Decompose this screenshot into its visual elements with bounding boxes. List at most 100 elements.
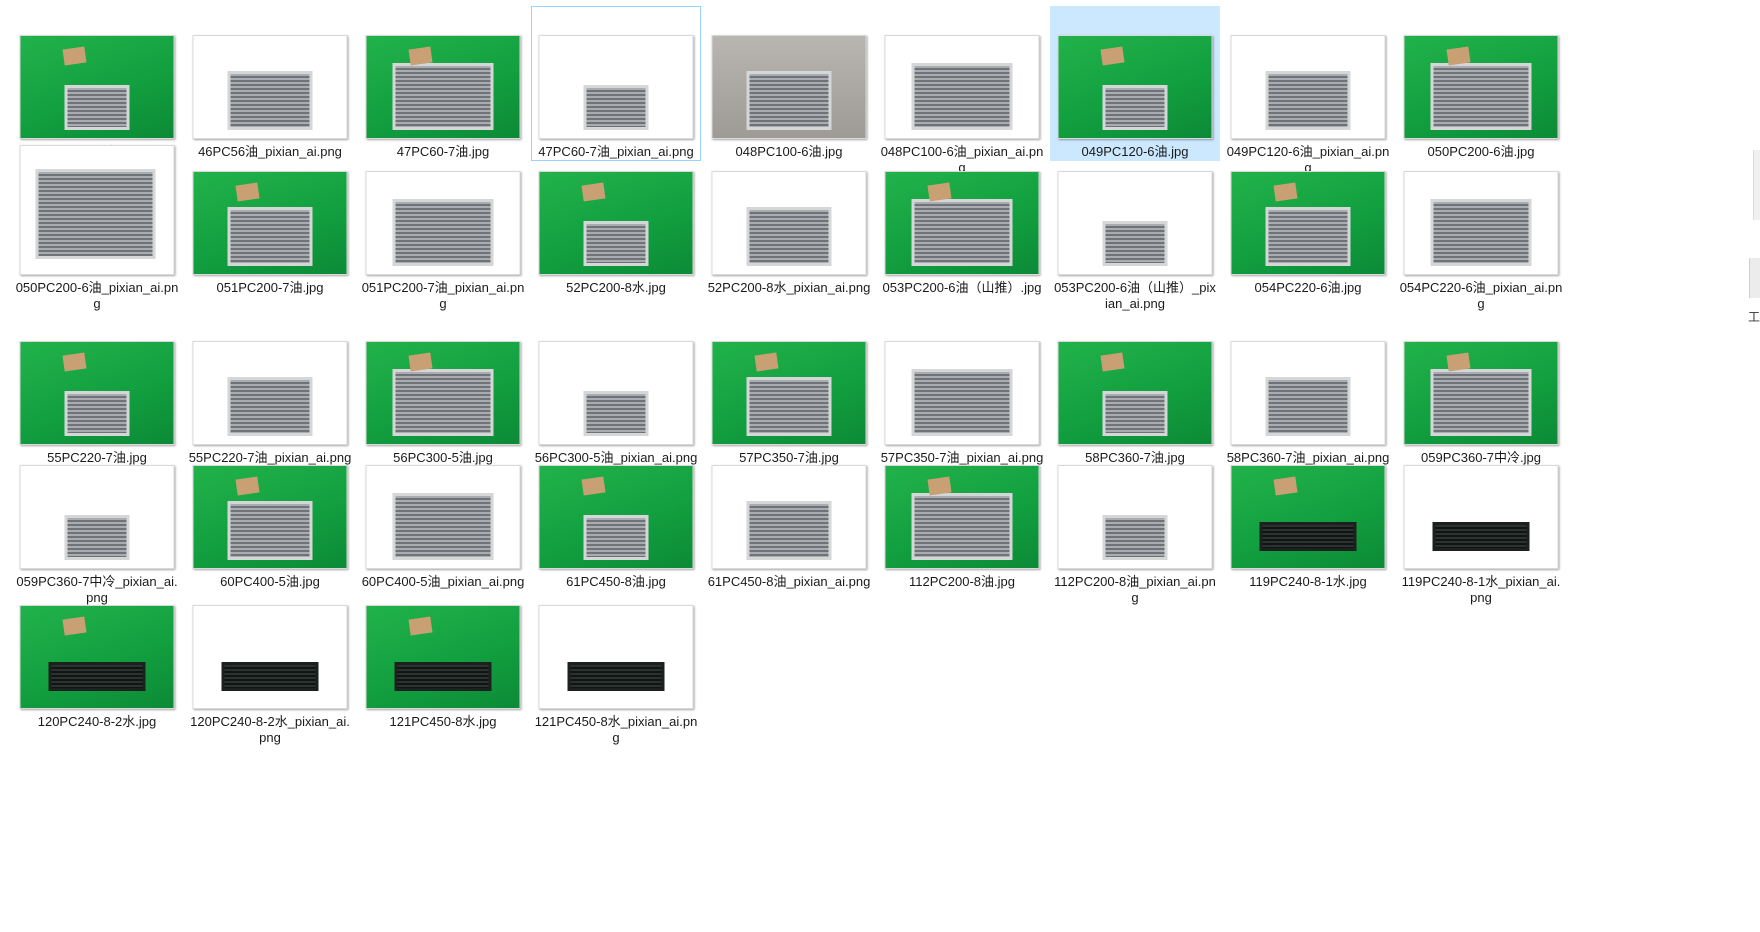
radiator-image [1102,84,1168,130]
cardboard-sign [62,46,87,66]
image-thumbnail [1403,465,1559,569]
image-thumbnail [19,605,175,709]
cardboard-sign [927,182,952,202]
file-item[interactable]: 121PC450-8水_pixian_ai.png [531,576,701,747]
file-item[interactable]: 054PC220-6油_pixian_ai.png [1396,142,1566,313]
file-item[interactable]: 112PC200-8油_pixian_ai.png [1050,436,1220,607]
thumbnail-area [1051,7,1219,143]
file-item[interactable]: 051PC200-7油_pixian_ai.png [358,142,528,313]
file-name-label: 053PC200-6油（山推）_pixian_ai.png [1054,280,1216,311]
radiator-image [48,662,146,691]
cardboard-sign [581,476,606,496]
thumbnail-area [359,7,527,143]
thumbnail-area [878,313,1046,449]
image-thumbnail [19,145,175,275]
radiator-image [35,169,156,259]
file-item[interactable]: 47PC60-7油.jpg [358,6,528,161]
radiator-image [1430,198,1532,266]
radiator-image [583,514,649,560]
cardboard-sign [62,352,87,372]
file-name-label: 52PC200-8水_pixian_ai.png [707,280,871,295]
file-item[interactable]: 054PC220-6油.jpg [1223,142,1393,297]
scrollbar[interactable] [1753,150,1760,220]
file-name-label: 054PC220-6油.jpg [1254,280,1362,295]
image-thumbnail [1230,465,1386,569]
radiator-image [567,662,665,691]
image-thumbnail [192,341,348,445]
image-thumbnail [365,465,521,569]
file-name-label: 051PC200-7油.jpg [216,280,324,295]
radiator-image [1430,62,1532,130]
thumbnail-area [532,313,700,449]
thumbnail-area [705,143,873,279]
file-item[interactable]: 119PC240-8-1水.jpg [1223,436,1393,591]
radiator-image [746,500,832,560]
image-thumbnail [1057,341,1213,445]
file-item[interactable]: 61PC450-8油.jpg [531,436,701,591]
file-name-label: 054PC220-6油_pixian_ai.png [1399,280,1563,311]
file-item[interactable]: 61PC450-8油_pixian_ai.png [704,436,874,591]
file-item[interactable]: 053PC200-6油（山推）.jpg [877,142,1047,297]
file-item[interactable]: 051PC200-7油.jpg [185,142,355,297]
thumbnail-area [1224,313,1392,449]
file-item[interactable]: 60PC400-5油_pixian_ai.png [358,436,528,591]
thumbnail-area [186,313,354,449]
file-item[interactable]: 053PC200-6油（山推）_pixian_ai.png [1050,142,1220,313]
file-name-label: 52PC200-8水.jpg [566,280,666,295]
radiator-image [583,220,649,266]
cardboard-sign [927,476,952,496]
file-item[interactable]: 52PC200-8水.jpg [531,142,701,297]
image-thumbnail [538,171,694,275]
thumbnail-area [1397,143,1565,279]
image-thumbnail [884,465,1040,569]
image-thumbnail [1230,35,1386,139]
file-name-label: 121PC450-8水.jpg [389,714,497,729]
radiator-image [1265,376,1351,436]
radiator-image [394,662,492,691]
image-thumbnail [365,35,521,139]
image-thumbnail [365,605,521,709]
file-item[interactable]: 048PC100-6油.jpg [704,6,874,161]
cardboard-sign [581,182,606,202]
image-thumbnail [1057,35,1213,139]
file-item[interactable]: 050PC200-6油_pixian_ai.png [12,142,182,313]
radiator-image [227,376,313,436]
radiator-image [392,62,494,130]
file-item[interactable]: 119PC240-8-1水_pixian_ai.png [1396,436,1566,607]
image-thumbnail [192,35,348,139]
side-panel-tab[interactable] [1749,258,1760,298]
file-item[interactable]: 60PC400-5油.jpg [185,436,355,591]
thumbnail-area [13,577,181,713]
file-item[interactable]: 52PC200-8水_pixian_ai.png [704,142,874,297]
file-item[interactable]: 47PC60-7油_pixian_ai.png [531,6,701,161]
radiator-image [746,206,832,266]
cardboard-sign [408,352,433,372]
file-item[interactable]: 120PC240-8-2水_pixian_ai.png [185,576,355,747]
cardboard-sign [235,182,260,202]
cardboard-sign [1446,46,1471,66]
file-item[interactable]: 120PC240-8-2水.jpg [12,576,182,731]
file-item[interactable]: 46PC56油_pixian_ai.png [185,6,355,161]
file-name-label: 051PC200-7油_pixian_ai.png [361,280,525,311]
thumbnail-area [532,143,700,279]
file-item[interactable]: 46PC56油.jpg [12,6,182,161]
image-thumbnail [192,465,348,569]
file-item[interactable]: 112PC200-8油.jpg [877,436,1047,591]
thumbnail-area [186,143,354,279]
file-item[interactable]: 050PC200-6油.jpg [1396,6,1566,161]
radiator-image [1430,368,1532,436]
thumbnail-area [186,437,354,573]
thumbnail-area [359,313,527,449]
file-item[interactable]: 049PC120-6油.jpg [1050,6,1220,161]
file-item[interactable]: 121PC450-8水.jpg [358,576,528,731]
thumbnail-area [1397,437,1565,573]
image-thumbnail [1057,171,1213,275]
cardboard-sign [1273,476,1298,496]
thumbnail-area [1397,313,1565,449]
cardboard-sign [1446,352,1471,372]
radiator-image [1259,522,1357,551]
radiator-image [1102,220,1168,266]
thumbnail-area [532,437,700,573]
image-thumbnail [19,341,175,445]
radiator-image [1265,206,1351,266]
